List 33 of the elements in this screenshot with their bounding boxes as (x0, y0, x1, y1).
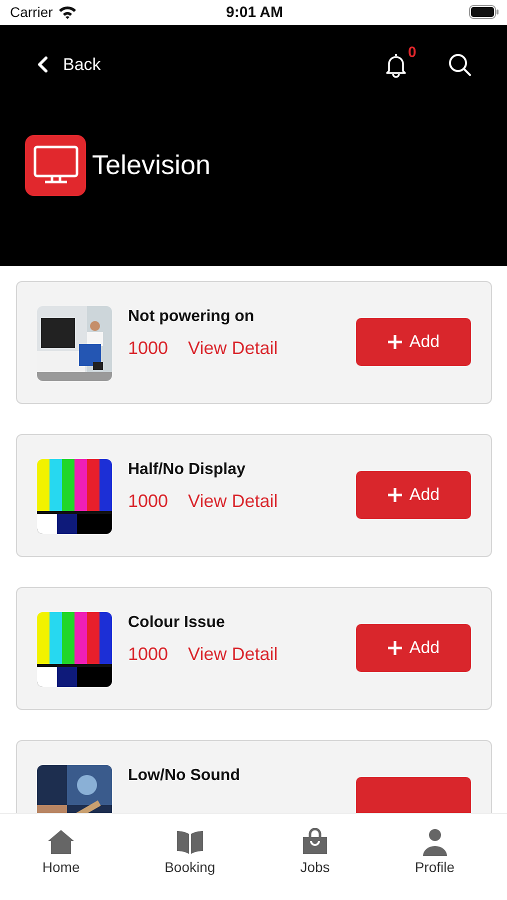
add-button[interactable]: Add (356, 318, 471, 366)
notification-count: 0 (408, 44, 416, 61)
service-price: 1000 (128, 338, 168, 359)
home-icon (46, 828, 76, 856)
tab-bar-item[interactable]: Jobs (300, 828, 330, 878)
service-price: 1000 (128, 490, 168, 512)
tab-bar-item[interactable]: Booking (164, 828, 216, 878)
view-detail-link[interactable]: View Detail (188, 490, 278, 512)
service-title: Low/No Sound (128, 766, 241, 785)
search-icon[interactable] (448, 52, 472, 77)
television-icon (25, 134, 86, 196)
tab-bar-item[interactable]: Home (42, 828, 80, 878)
service-title: Not powering on (128, 308, 256, 326)
bell-icon[interactable] (384, 52, 408, 78)
service-title: Colour Issue (128, 614, 226, 632)
add-button[interactable]: Add (356, 471, 471, 520)
book-icon (174, 828, 205, 856)
service-title: Half/No Display (128, 460, 246, 479)
tab-bar-item[interactable]: Profile (414, 828, 455, 878)
add-button[interactable]: Add (356, 624, 471, 672)
service-price: 1000 (128, 644, 168, 665)
carrier-label: Carrier (10, 4, 53, 20)
wifi-icon (58, 5, 77, 20)
view-detail-link[interactable]: View Detail (188, 644, 278, 665)
plus-icon (387, 487, 404, 504)
plus-icon (387, 334, 404, 350)
back-button[interactable]: Back (25, 54, 101, 75)
status-time: 9:01 AM (226, 4, 283, 21)
chevron-left-icon (37, 56, 48, 74)
page-title: Television (92, 150, 211, 181)
view-detail-link[interactable]: View Detail (188, 338, 278, 359)
plus-icon (387, 640, 404, 656)
battery-icon (469, 5, 499, 20)
